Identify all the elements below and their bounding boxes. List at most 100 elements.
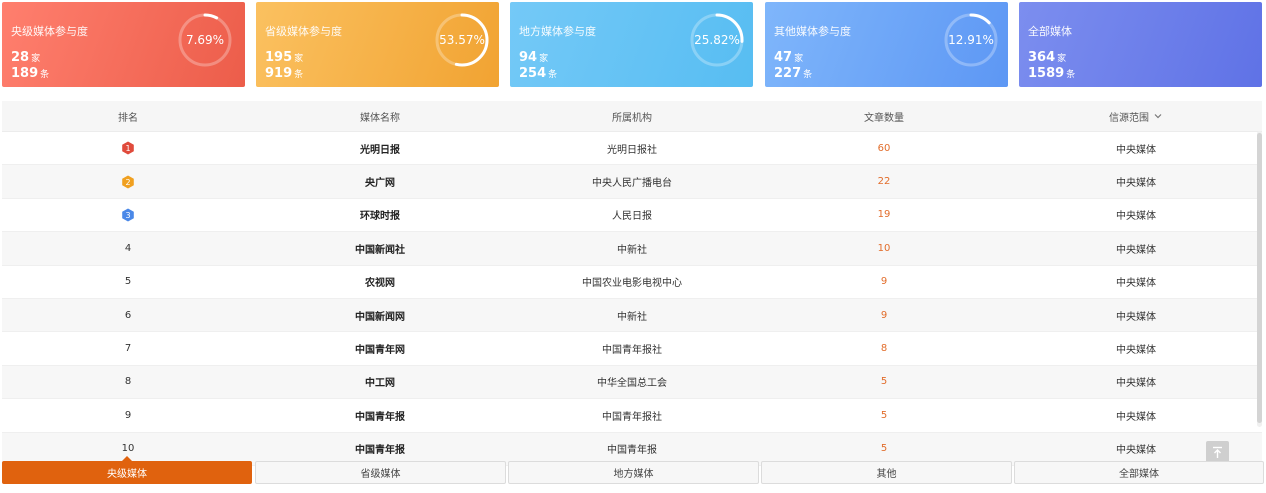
tab-label: 省级媒体 [360, 469, 401, 480]
article-count-cell: 5 [880, 376, 888, 388]
article-count-cell: 8 [880, 343, 888, 355]
article-count-cell: 10 [877, 242, 891, 254]
source-scope-cell: 中央媒体 [1116, 211, 1156, 223]
tab-local-media[interactable]: 地方媒体 [508, 461, 759, 484]
rank-cell: 2 [2, 165, 254, 197]
rank-number: 10 [121, 443, 135, 455]
media-ranking-table: 排名 媒体名称 所属机构 文章数量 信源范围 1 光明日报 光明日报社 60 中央媒体 2… [2, 101, 1262, 466]
header-source-scope[interactable]: 信源范围 [1010, 101, 1262, 131]
tab-all-media[interactable]: 全部媒体 [1014, 461, 1264, 484]
source-scope-cell: 中央媒体 [1116, 144, 1156, 156]
scrollbar-thumb[interactable] [1257, 133, 1262, 423]
organization-cell: 人民日报 [612, 211, 652, 223]
rank-cell: 5 [2, 266, 254, 298]
article-count-cell: 19 [877, 209, 891, 221]
rank-cell: 7 [2, 332, 254, 364]
table-body: 1 光明日报 光明日报社 60 中央媒体 2 央广网 中央人民广播电台 22 中央媒体 3 环球时报 人… [2, 132, 1262, 466]
rank-cell: 4 [2, 232, 254, 264]
rank-number: 9 [124, 409, 132, 421]
article-count-unit: 条 [803, 70, 813, 80]
rank-cell: 1 [2, 132, 254, 164]
header-rank: 排名 [118, 112, 138, 124]
article-count-unit: 条 [294, 70, 304, 80]
rank-number: 5 [124, 276, 132, 288]
card-title: 央级媒体参与度 [11, 25, 88, 38]
rank-number: 4 [124, 242, 132, 254]
rank-number: 7 [124, 343, 132, 355]
source-scope-cell: 中央媒体 [1116, 278, 1156, 290]
hexagon-badge-icon: 3 [122, 208, 134, 222]
media-name-cell: 中国新闻社 [355, 244, 405, 256]
organization-cell: 中央人民广播电台 [592, 178, 672, 190]
stat-card-central[interactable]: 央级媒体参与度 28 家 189 条 7.69% [2, 2, 245, 87]
source-scope-cell: 中央媒体 [1116, 345, 1156, 357]
stat-card-all[interactable]: 全部媒体 364 家 1589 条 [1019, 2, 1262, 87]
table-row[interactable]: 7 中国青年网 中国青年报社 8 中央媒体 [2, 332, 1262, 366]
organization-cell: 光明日报社 [607, 144, 657, 156]
card-title: 地方媒体参与度 [519, 25, 596, 38]
tab-provincial-media[interactable]: 省级媒体 [255, 461, 506, 484]
source-scope-cell: 中央媒体 [1116, 411, 1156, 423]
rank-number: 2 [125, 178, 130, 187]
organization-cell: 中国农业电影电视中心 [582, 278, 682, 290]
media-name-cell: 中工网 [365, 378, 395, 390]
article-count-unit: 条 [1066, 70, 1076, 80]
media-name-cell: 中国新闻网 [355, 311, 405, 323]
tab-label: 地方媒体 [613, 469, 654, 480]
stat-card-other[interactable]: 其他媒体参与度 47 家 227 条 12.91% [765, 2, 1008, 87]
table-row[interactable]: 6 中国新闻网 中新社 9 中央媒体 [2, 298, 1262, 333]
article-count-cell: 5 [880, 409, 888, 421]
article-count: 919 [265, 66, 293, 81]
rank-cell: 6 [2, 299, 254, 331]
tab-label: 其他 [876, 469, 897, 480]
organization-cell: 中国青年报社 [602, 345, 662, 357]
header-media-name: 媒体名称 [360, 112, 400, 124]
percent-label: 25.82% [694, 33, 740, 47]
stat-card-local[interactable]: 地方媒体参与度 94 家 254 条 25.82% [510, 2, 753, 87]
stat-cards: 央级媒体参与度 28 家 189 条 7.69% 省级媒体参与度 195 家 919 条… [2, 2, 1264, 88]
article-count-cell: 22 [877, 176, 891, 188]
tab-label: 央级媒体 [107, 469, 147, 480]
header-organization: 所属机构 [612, 112, 652, 124]
article-count-unit: 条 [548, 70, 558, 80]
rank-cell: 8 [2, 366, 254, 398]
rank-number: 3 [125, 211, 130, 220]
chevron-down-icon[interactable] [1153, 111, 1163, 121]
hexagon-badge-icon: 2 [122, 175, 134, 189]
table-row[interactable]: 1 光明日报 光明日报社 60 中央媒体 [2, 132, 1262, 166]
arrow-to-top-icon [1213, 446, 1222, 458]
table-row[interactable]: 4 中国新闻社 中新社 10 中央媒体 [2, 232, 1262, 266]
tab-label: 全部媒体 [1119, 469, 1159, 480]
source-scope-cell: 中央媒体 [1116, 378, 1156, 390]
rank-number: 1 [125, 144, 130, 153]
article-count: 189 [11, 66, 39, 81]
header-article-count: 文章数量 [864, 112, 904, 124]
source-scope-cell: 中央媒体 [1116, 244, 1156, 256]
stat-card-provincial[interactable]: 省级媒体参与度 195 家 919 条 53.57% [256, 2, 499, 87]
table-row[interactable]: 3 环球时报 人民日报 19 中央媒体 [2, 199, 1262, 233]
article-count: 254 [519, 66, 547, 81]
card-title: 其他媒体参与度 [774, 25, 851, 38]
source-scope-cell: 中央媒体 [1116, 311, 1156, 323]
organization-cell: 中新社 [617, 311, 647, 323]
table-row[interactable]: 9 中国青年报 中国青年报社 5 中央媒体 [2, 399, 1262, 433]
tab-central-media[interactable]: 央级媒体 [2, 456, 252, 484]
card-title: 全部媒体 [1028, 25, 1072, 38]
header-source-scope-label: 信源范围 [1109, 112, 1149, 124]
media-name-cell: 光明日报 [360, 144, 400, 156]
rank-cell: 9 [2, 399, 254, 431]
article-count: 1589 [1028, 66, 1065, 81]
table-row[interactable]: 8 中工网 中华全国总工会 5 中央媒体 [2, 365, 1262, 400]
article-count-cell: 60 [877, 142, 891, 154]
table-row[interactable]: 2 央广网 中央人民广播电台 22 中央媒体 [2, 165, 1262, 199]
media-name-cell: 环球时报 [360, 211, 400, 223]
percent-label: 12.91% [948, 33, 994, 47]
article-count-unit: 条 [40, 70, 50, 80]
media-name-cell: 农视网 [365, 278, 395, 290]
table-row[interactable]: 5 农视网 中国农业电影电视中心 9 中央媒体 [2, 266, 1262, 299]
article-count: 227 [774, 66, 802, 81]
media-name-cell: 央广网 [365, 178, 395, 190]
tab-other[interactable]: 其他 [761, 461, 1012, 484]
rank-cell: 3 [2, 199, 254, 231]
organization-cell: 中华全国总工会 [597, 378, 667, 390]
